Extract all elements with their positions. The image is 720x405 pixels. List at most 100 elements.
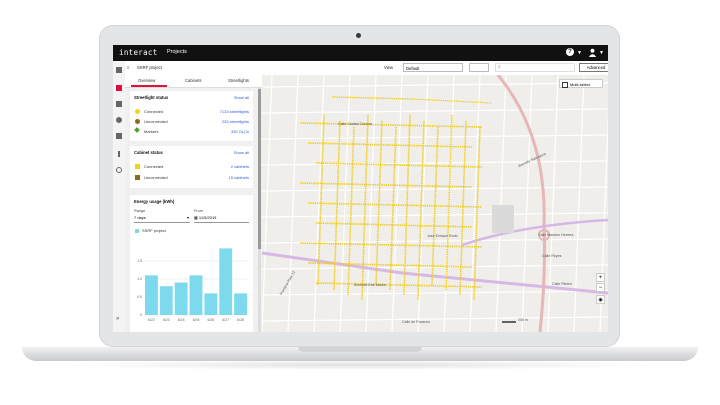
- range-select[interactable]: 7 days ▾: [134, 214, 190, 223]
- view-label: View: [384, 65, 394, 70]
- gear-icon[interactable]: [116, 117, 122, 123]
- chart-bar[interactable]: [234, 293, 247, 315]
- minor-street: [547, 75, 559, 332]
- connected-legend-icon: [135, 164, 140, 169]
- status-value-link[interactable]: 2 cabinets: [231, 164, 249, 169]
- zoom-out-button[interactable]: −: [596, 283, 605, 292]
- card-title: Streetlight status: [134, 95, 169, 100]
- status-label: Markers: [144, 129, 159, 134]
- y-tick-label: 1.5: [137, 259, 142, 263]
- minor-street: [495, 75, 507, 332]
- calendar-icon[interactable]: [116, 133, 122, 139]
- refresh-icon[interactable]: [116, 167, 122, 173]
- active-tab-indicator: [131, 85, 167, 87]
- chart-bar[interactable]: [204, 293, 218, 315]
- streetlight-line: [315, 282, 483, 288]
- locate-icon[interactable]: ◉: [596, 295, 605, 304]
- minor-street: [262, 264, 608, 270]
- main-road: [262, 251, 608, 295]
- projects-link[interactable]: Projects: [167, 49, 187, 55]
- chart-bar[interactable]: [145, 275, 158, 315]
- y-tick-label: 1.0: [137, 277, 142, 281]
- top-bar: interact Projects ? ▼ ▼: [113, 45, 608, 61]
- chart-bar[interactable]: [219, 248, 233, 315]
- from-label: From: [194, 209, 203, 213]
- checkbox-icon[interactable]: [562, 82, 568, 88]
- user-icon[interactable]: [588, 48, 597, 57]
- road-label: Calle de Pucarea: [402, 320, 430, 324]
- streetlight-line: [375, 120, 383, 286]
- map-block: [492, 205, 514, 233]
- list-icon[interactable]: ≡: [127, 65, 129, 70]
- road-label: Calle Piedra: [552, 282, 572, 286]
- x-tick-label: 6/28: [237, 318, 244, 322]
- from-value: 11/5/2019: [198, 215, 217, 220]
- road-label: Calle Reyes: [542, 254, 562, 258]
- show-all-link[interactable]: Show all: [234, 150, 249, 155]
- status-label: Unconnected: [144, 175, 168, 180]
- multiselect-toggle[interactable]: Multi-select: [559, 79, 603, 88]
- minor-street: [287, 75, 299, 332]
- status-label: Connected: [144, 164, 164, 169]
- status-value-link[interactable]: 233 streetlights: [222, 119, 249, 124]
- map-canvas[interactable]: [262, 75, 608, 332]
- minor-street: [262, 160, 608, 166]
- streetlight-line: [411, 98, 493, 104]
- chart-bar[interactable]: [189, 275, 203, 315]
- x-tick-label: 6/25: [193, 318, 200, 322]
- legend-label: SSRF project: [142, 228, 166, 233]
- streetlight-line: [431, 126, 439, 286]
- zoom-in-button[interactable]: +: [596, 273, 605, 282]
- tab-overview[interactable]: Overview: [138, 78, 155, 83]
- tab-cabinets[interactable]: Cabinets: [185, 78, 202, 83]
- panel-tabs: Overview Cabinets Streetlights: [125, 75, 262, 88]
- card-title: Energy usage (kWh): [134, 199, 175, 204]
- minor-street: [469, 75, 481, 332]
- streetlight-line: [299, 122, 483, 128]
- search-icon: ⌕: [498, 64, 501, 70]
- minor-street: [262, 290, 608, 296]
- chevron-down-icon[interactable]: ▼: [577, 50, 582, 56]
- view-select[interactable]: Default: [403, 63, 463, 72]
- x-tick-label: 6/26: [207, 318, 214, 322]
- streetlight-line: [331, 96, 413, 100]
- help-icon[interactable]: ?: [566, 48, 574, 56]
- range-label: Range: [134, 209, 146, 213]
- range-value: 7 days: [134, 215, 146, 220]
- show-all-link[interactable]: Show all: [234, 95, 249, 100]
- multiselect-label: Multi-select: [570, 82, 591, 87]
- minor-street: [262, 316, 608, 322]
- grid-icon[interactable]: [116, 67, 122, 73]
- advanced-button[interactable]: Advanced: [579, 63, 608, 72]
- card-title: Cabinet status: [134, 150, 163, 155]
- streetlight-line: [307, 142, 473, 148]
- series-legend-icon: [135, 229, 139, 233]
- map-view[interactable]: Multi-select + − ◉ José Enrique Rodó Cal…: [262, 75, 608, 332]
- chart-bar[interactable]: [159, 286, 173, 315]
- info-icon[interactable]: [118, 151, 120, 157]
- map-scale: 200 m: [518, 318, 528, 322]
- expand-icon[interactable]: »: [116, 316, 119, 322]
- document-icon[interactable]: [116, 101, 122, 107]
- tab-streetlights[interactable]: Streetlights: [228, 78, 249, 83]
- search-input[interactable]: ⌕: [495, 63, 575, 72]
- chart-bar[interactable]: [174, 282, 188, 315]
- layer-select[interactable]: [469, 63, 489, 72]
- connected-legend-icon: [135, 109, 140, 114]
- dashboard-icon[interactable]: [116, 85, 122, 91]
- status-value-link[interactable]: 7133 streetlights: [220, 109, 249, 114]
- y-tick-label: 0: [140, 313, 142, 317]
- view-value: Default: [406, 66, 420, 71]
- streetlight-line: [299, 182, 473, 188]
- y-tick-label: 0.5: [137, 295, 142, 299]
- app-logo: interact: [119, 48, 158, 57]
- chevron-down-icon[interactable]: ▼: [599, 50, 604, 56]
- status-value-link[interactable]: 330 OLCs: [231, 129, 249, 134]
- streetlight-line: [361, 114, 369, 301]
- road-label: Calle Mariano Herrera: [538, 233, 574, 237]
- panel-scroll-thumb[interactable]: [258, 89, 261, 249]
- status-value-link[interactable]: 15 cabinets: [229, 175, 249, 180]
- from-date-input[interactable]: ▦ 11/5/2019: [194, 214, 249, 223]
- x-tick-label: 6/24: [178, 318, 185, 322]
- minor-street: [262, 82, 608, 88]
